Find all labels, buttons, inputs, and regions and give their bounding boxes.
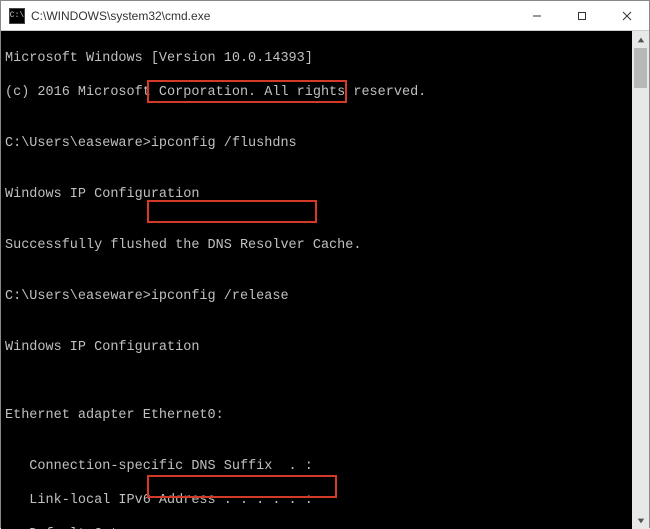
cmd-icon: C:\ [9, 8, 25, 24]
prompt: C:\Users\easeware> [5, 135, 151, 152]
window-titlebar: C:\ C:\WINDOWS\system32\cmd.exe [1, 1, 649, 31]
minimize-button[interactable] [514, 1, 559, 30]
output-line: Link-local IPv6 Address . . . . . : [5, 492, 645, 509]
scroll-up-arrow-icon[interactable] [632, 31, 649, 48]
output-line: Windows IP Configuration [5, 186, 645, 203]
scrollbar-track[interactable] [632, 48, 649, 512]
output-line: Microsoft Windows [Version 10.0.14393] [5, 50, 645, 67]
output-line: Connection-specific DNS Suffix . : [5, 458, 645, 475]
window-controls [514, 1, 649, 30]
console-area: Microsoft Windows [Version 10.0.14393] (… [1, 31, 649, 529]
prompt-line: C:\Users\easeware>ipconfig /flushdns [5, 135, 645, 152]
window-title: C:\WINDOWS\system32\cmd.exe [31, 9, 514, 23]
vertical-scrollbar[interactable] [632, 31, 649, 529]
command-text: ipconfig /flushdns [151, 135, 297, 152]
output-line: Successfully flushed the DNS Resolver Ca… [5, 237, 645, 254]
output-line: (c) 2016 Microsoft Corporation. All righ… [5, 84, 645, 101]
output-line: Ethernet adapter Ethernet0: [5, 407, 645, 424]
close-button[interactable] [604, 1, 649, 30]
prompt: C:\Users\easeware> [5, 288, 151, 305]
scrollbar-thumb[interactable] [634, 48, 647, 88]
command-text: ipconfig /release [151, 288, 289, 305]
maximize-button[interactable] [559, 1, 604, 30]
output-line: Windows IP Configuration [5, 339, 645, 356]
prompt-line: C:\Users\easeware>ipconfig /release [5, 288, 645, 305]
scroll-down-arrow-icon[interactable] [632, 512, 649, 529]
console-output[interactable]: Microsoft Windows [Version 10.0.14393] (… [1, 31, 649, 529]
